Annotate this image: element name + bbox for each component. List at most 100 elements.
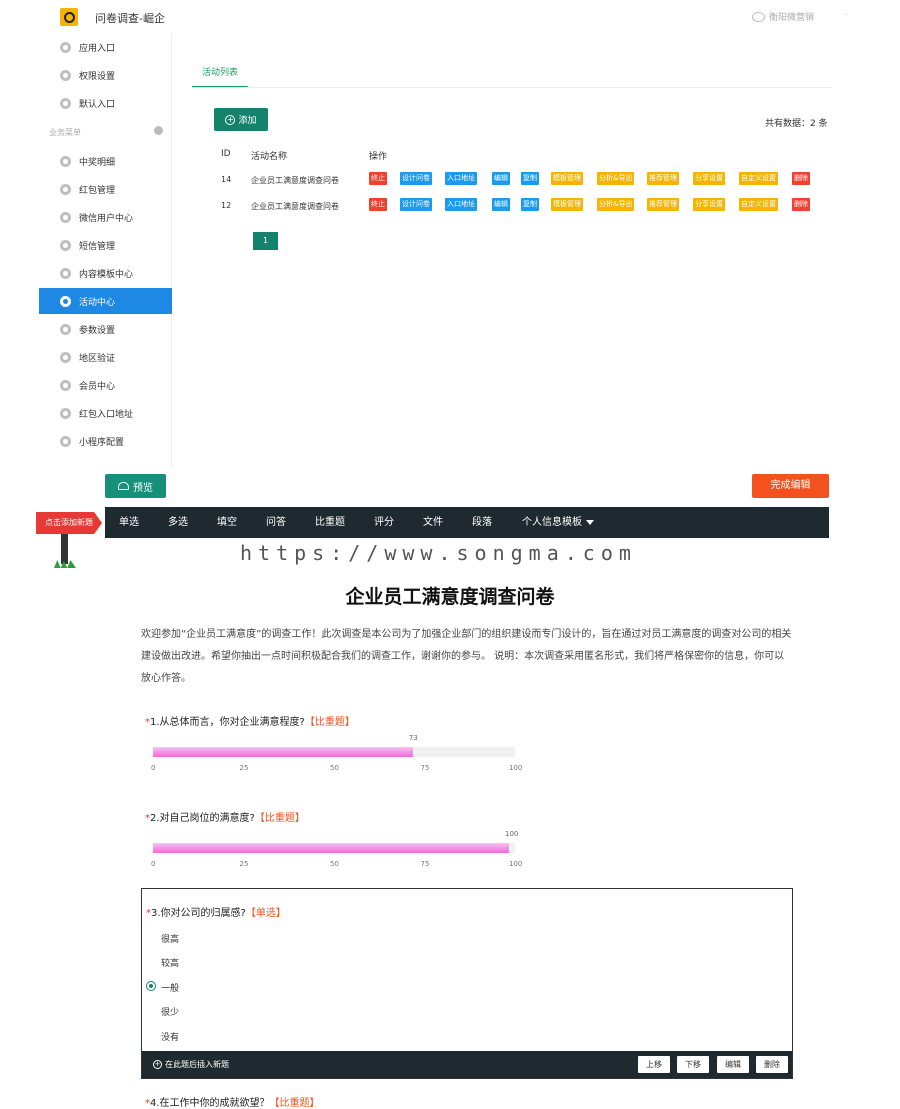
template-button[interactable]: 模板管理 — [551, 172, 583, 185]
preview-button[interactable]: 预览 — [105, 474, 166, 498]
slider-tick-label: 75 — [420, 764, 430, 772]
share-settings-button[interactable]: 分享设置 — [693, 198, 725, 211]
tab-divider — [192, 87, 832, 88]
sidebar-item-label: 中奖明细 — [79, 157, 116, 168]
edit-question-button[interactable]: 编辑 — [717, 1056, 749, 1073]
total-count: 共有数据：2 条 — [765, 119, 828, 129]
copy-button[interactable]: 复制 — [521, 172, 539, 185]
question-1-title[interactable]: *1.从总体而言，你对企业满意程度?【比重题】 — [145, 713, 355, 728]
analysis-export-button[interactable]: 分析&导出 — [597, 198, 635, 211]
qtype-personal-info[interactable]: 个人信息模板 — [522, 507, 594, 538]
slider-track[interactable] — [153, 747, 515, 757]
slider-value: 73 — [408, 734, 418, 742]
sidebar-item-label: 活动中心 — [79, 297, 116, 308]
recommend-button[interactable]: 推荐管理 — [647, 198, 679, 211]
table-row: 14 企业员工满意度调查问卷 终止 设计问卷 入口地址 编辑 复制 模板管理 分… — [214, 167, 834, 193]
question-2-title[interactable]: *2.对自己岗位的满意度?【比重题】 — [145, 809, 305, 824]
gear-icon — [60, 211, 71, 223]
chat-icon — [60, 41, 71, 53]
qtype-single[interactable]: 单选 — [119, 507, 139, 538]
qtype-file[interactable]: 文件 — [423, 507, 443, 538]
sidebar-item-wechat-users[interactable]: 微信用户中心 — [39, 204, 172, 230]
sidebar-item-label: 权限设置 — [79, 71, 116, 82]
slider-tick-label: 0 — [151, 860, 156, 868]
slider-value: 100 — [505, 830, 519, 838]
sidebar-item-sms[interactable]: 短信管理 — [39, 232, 172, 258]
add-button[interactable]: + 添加 — [214, 108, 268, 131]
gear-icon — [60, 239, 71, 251]
delete-question-button[interactable]: 删除 — [756, 1056, 788, 1073]
sidebar-item-members[interactable]: 会员中心 — [39, 372, 172, 398]
share-settings-button[interactable]: 分享设置 — [693, 172, 725, 185]
sidebar-item-label: 红包入口地址 — [79, 409, 134, 420]
qtype-paragraph[interactable]: 段落 — [472, 507, 492, 538]
sidebar-item-activity-center[interactable]: 活动中心 — [39, 288, 172, 314]
template-button[interactable]: 模板管理 — [551, 198, 583, 211]
option-none[interactable]: 没有 — [161, 1030, 179, 1043]
stop-button[interactable]: 终止 — [369, 198, 387, 211]
gear-icon[interactable] — [154, 126, 163, 135]
sidebar-item-miniprogram[interactable]: 小程序配置 — [39, 428, 172, 454]
slider-fill — [153, 747, 413, 757]
radio-selected-icon[interactable] — [146, 981, 156, 991]
row-name: 企业员工满意度调查问卷 — [251, 176, 339, 185]
column-header-id: ID — [221, 149, 231, 159]
qtype-rating[interactable]: 评分 — [374, 507, 394, 538]
gear-icon — [60, 407, 71, 419]
gear-icon — [60, 69, 71, 81]
gear-icon — [60, 97, 71, 109]
signpost-label: 点击添加新题 — [36, 512, 102, 534]
design-button[interactable]: 设计问卷 — [400, 198, 432, 211]
qtype-qa[interactable]: 问答 — [266, 507, 286, 538]
qtype-fill[interactable]: 填空 — [217, 507, 237, 538]
watermark-text: https://www.songma.com — [240, 541, 637, 565]
sidebar-item-permissions[interactable]: 权限设置 — [39, 62, 172, 88]
pagination-page[interactable]: 1 — [253, 232, 278, 250]
gear-icon — [60, 379, 71, 391]
qtype-weight[interactable]: 比重题 — [315, 507, 345, 538]
delete-button[interactable]: 删除 — [792, 172, 810, 185]
question-3-card[interactable]: *3.你对公司的归属感?【单选】 很高 较高 一般 很少 没有 + 在此题后插入… — [141, 888, 793, 1079]
insert-question-link[interactable]: + 在此题后插入新题 — [153, 1059, 229, 1070]
edit-button[interactable]: 编辑 — [492, 172, 510, 185]
slider-fill — [153, 843, 509, 853]
sidebar-item-params[interactable]: 参数设置 — [39, 316, 172, 342]
finish-edit-button[interactable]: 完成编辑 — [752, 474, 829, 498]
move-up-button[interactable]: 上移 — [638, 1056, 670, 1073]
move-down-button[interactable]: 下移 — [677, 1056, 709, 1073]
delete-button[interactable]: 删除 — [792, 198, 810, 211]
analysis-export-button[interactable]: 分析&导出 — [597, 172, 635, 185]
question-toolbar: + 在此题后插入新题 上移 下移 编辑 删除 — [142, 1051, 792, 1078]
sidebar-item-app-entry[interactable]: 应用入口 — [39, 34, 172, 60]
design-button[interactable]: 设计问卷 — [400, 172, 432, 185]
sidebar-item-redpacket[interactable]: 红包管理 — [39, 176, 172, 202]
qtype-multiple[interactable]: 多选 — [168, 507, 188, 538]
sidebar-item-default-entry[interactable]: 默认入口 — [39, 90, 172, 116]
custom-settings-button[interactable]: 自定义设置 — [739, 172, 778, 185]
row-id: 12 — [221, 201, 232, 210]
entry-url-button[interactable]: 入口地址 — [445, 198, 477, 211]
slider-track[interactable] — [153, 843, 515, 853]
custom-settings-button[interactable]: 自定义设置 — [739, 198, 778, 211]
dot-menu-icon[interactable]: · — [845, 10, 848, 19]
sidebar-item-label: 短信管理 — [79, 241, 116, 252]
option-high[interactable]: 较高 — [161, 956, 179, 969]
option-normal[interactable]: 一般 — [161, 981, 179, 994]
entry-url-button[interactable]: 入口地址 — [445, 172, 477, 185]
slider-tick-label: 50 — [330, 764, 339, 772]
edit-button[interactable]: 编辑 — [492, 198, 510, 211]
option-low[interactable]: 很少 — [161, 1005, 179, 1018]
add-button-label: 添加 — [238, 116, 257, 126]
sidebar-item-redpacket-url[interactable]: 红包入口地址 — [39, 400, 172, 426]
sidebar-item-region[interactable]: 地区验证 — [39, 344, 172, 370]
copy-button[interactable]: 复制 — [521, 198, 539, 211]
account-area[interactable]: 衡阳微营销 — [752, 10, 814, 23]
tab-activity-list[interactable]: 活动列表 — [192, 64, 248, 88]
sidebar-item-prize-detail[interactable]: 中奖明细 — [39, 148, 172, 174]
option-very-high[interactable]: 很高 — [161, 932, 179, 945]
question-4-title[interactable]: *4.在工作中你的成就欲望？【比重题】 — [145, 1094, 320, 1109]
sidebar-item-templates[interactable]: 内容模板中心 — [39, 260, 172, 286]
chevron-down-icon — [586, 519, 594, 525]
stop-button[interactable]: 终止 — [369, 172, 387, 185]
recommend-button[interactable]: 推荐管理 — [647, 172, 679, 185]
